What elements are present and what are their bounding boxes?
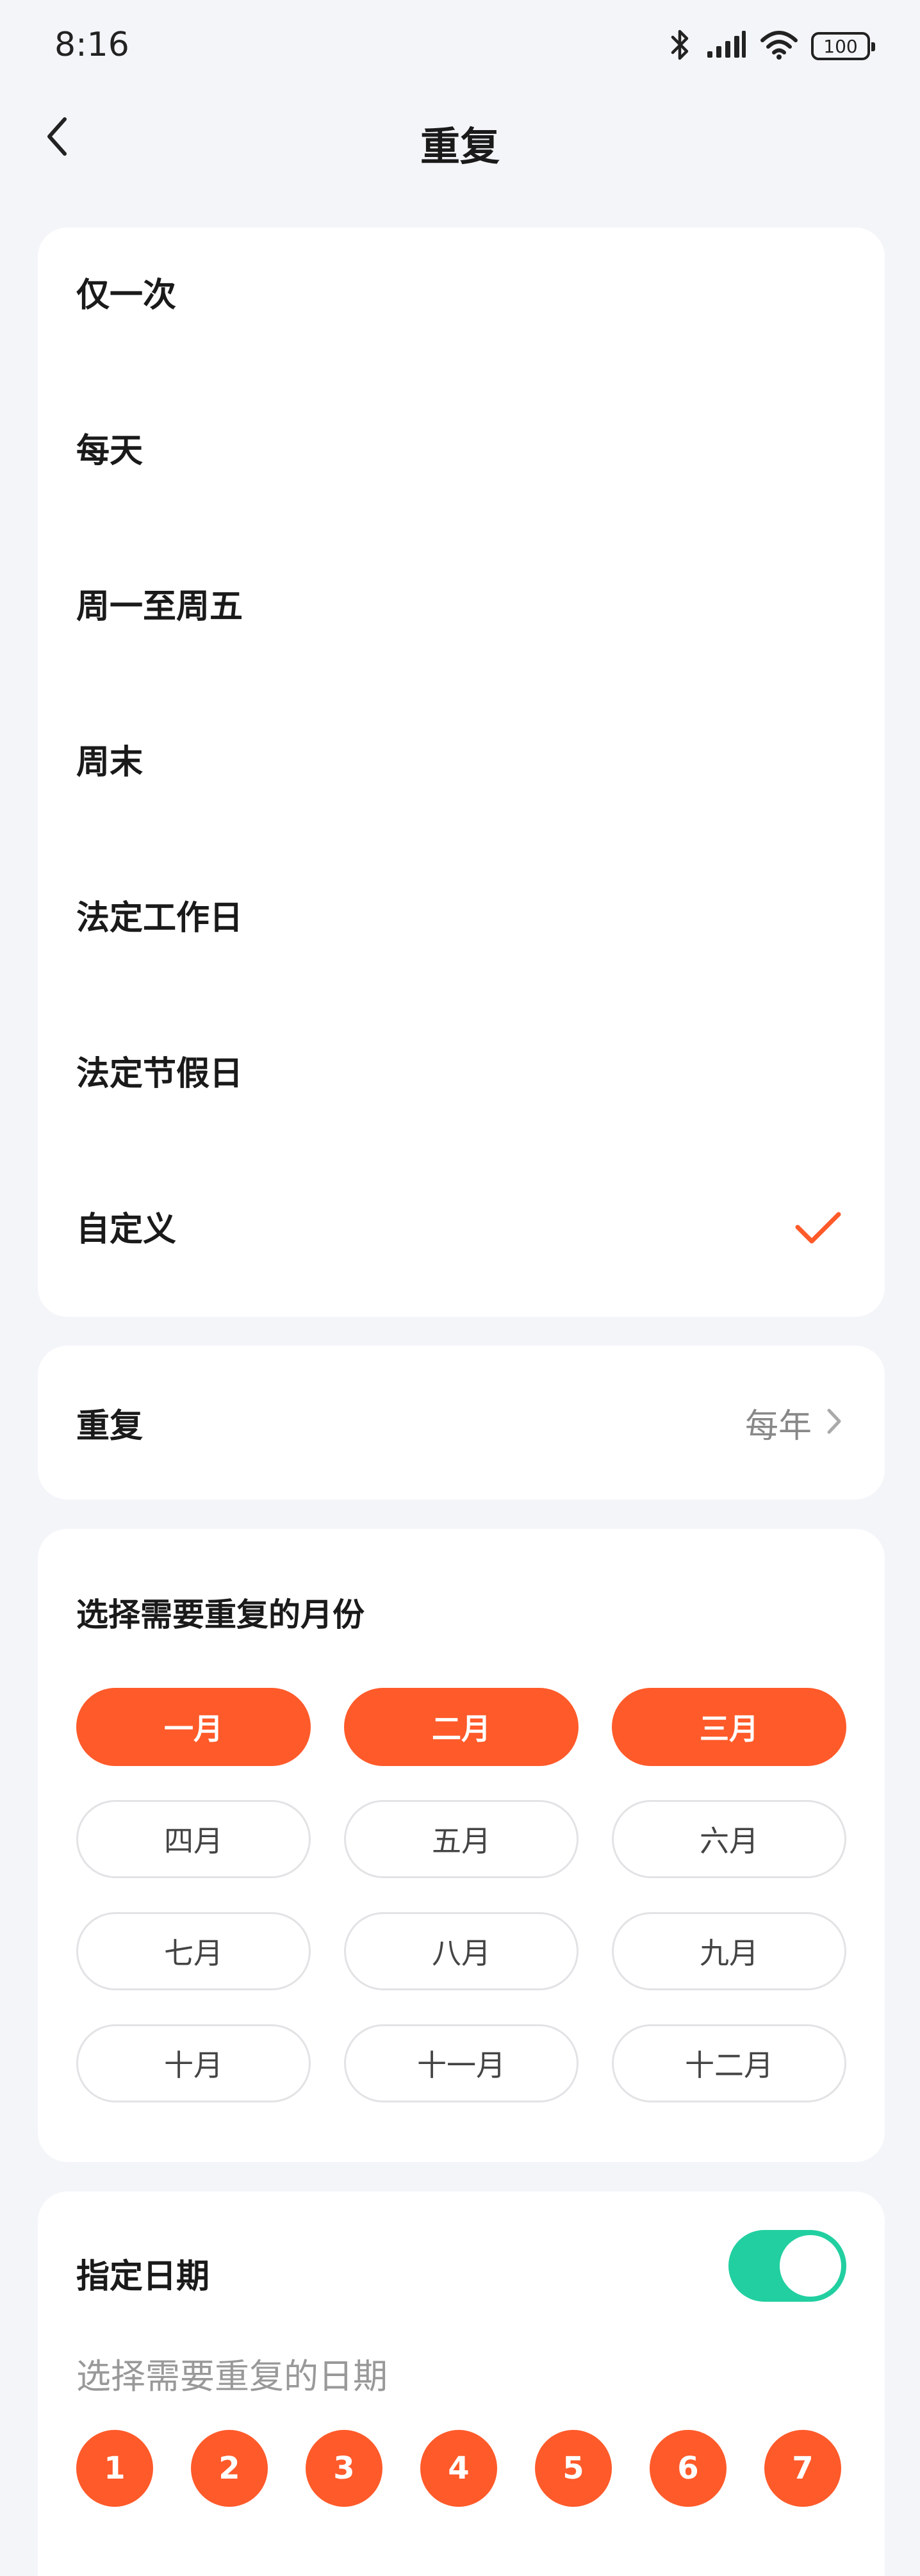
battery-level: 100 (823, 35, 858, 57)
day-circle-7[interactable]: 7 (764, 2430, 841, 2507)
option-once[interactable]: 仅一次 (38, 227, 885, 356)
month-pill-12[interactable]: 十二月 (612, 2024, 846, 2102)
option-daily[interactable]: 每天 (38, 383, 885, 511)
status-bar: 8:16 100 (0, 0, 920, 96)
dates-card: 指定日期 选择需要重复的日期 1 2 3 4 5 6 7 (38, 2192, 885, 2576)
page-title: 重复 (420, 123, 500, 170)
day-circle-2[interactable]: 2 (191, 2430, 268, 2507)
months-title: 选择需要重复的月份 (76, 1596, 365, 1633)
toggle-knob (780, 2235, 841, 2297)
month-pill-6[interactable]: 六月 (612, 1800, 846, 1878)
checkmark-icon (794, 1210, 842, 1249)
month-pill-2[interactable]: 二月 (344, 1688, 579, 1766)
chevron-right-icon (826, 1407, 842, 1438)
option-legal-workday[interactable]: 法定工作日 (38, 850, 885, 978)
option-label: 法定节假日 (76, 1054, 243, 1093)
day-circle-3[interactable]: 3 (306, 2430, 382, 2507)
status-time: 8:16 (54, 26, 129, 64)
header: 重复 (0, 103, 920, 173)
month-pill-7[interactable]: 七月 (76, 1912, 311, 1990)
option-label: 仅一次 (76, 276, 177, 315)
dates-title: 指定日期 (76, 2258, 210, 2296)
option-label: 每天 (76, 431, 144, 470)
battery-icon: 100 (811, 32, 875, 60)
wifi-icon (760, 30, 798, 62)
months-card: 选择需要重复的月份 一月 二月 三月 四月 五月 六月 七月 八月 九月 十月 … (38, 1529, 885, 2162)
repeat-frequency-row[interactable]: 重复 每年 (38, 1346, 885, 1499)
month-pill-9[interactable]: 九月 (612, 1912, 846, 1990)
month-pill-3[interactable]: 三月 (612, 1688, 846, 1766)
option-custom[interactable]: 自定义 (38, 1162, 885, 1290)
option-weekdays[interactable]: 周一至周五 (38, 539, 885, 667)
repeat-label: 重复 (76, 1407, 144, 1446)
option-weekend[interactable]: 周末 (38, 695, 885, 823)
month-pill-10[interactable]: 十月 (76, 2024, 311, 2102)
option-label: 周一至周五 (76, 587, 243, 626)
month-pill-5[interactable]: 五月 (344, 1800, 579, 1878)
repeat-value: 每年 (744, 1407, 812, 1446)
month-pill-11[interactable]: 十一月 (344, 2024, 579, 2102)
month-pill-1[interactable]: 一月 (76, 1688, 311, 1766)
repeat-options-card: 仅一次 每天 周一至周五 周末 法定工作日 法定节假日 自定义 (38, 227, 885, 1317)
day-circle-1[interactable]: 1 (76, 2430, 153, 2507)
repeat-frequency-card: 重复 每年 (38, 1346, 885, 1499)
dates-toggle[interactable] (728, 2230, 846, 2302)
bluetooth-icon (668, 27, 693, 65)
day-circle-4[interactable]: 4 (420, 2430, 497, 2507)
repeat-value-wrap: 每年 (745, 1346, 842, 1499)
status-icons: 100 (668, 27, 875, 65)
option-label: 自定义 (76, 1210, 177, 1249)
day-circle-6[interactable]: 6 (650, 2430, 727, 2507)
option-legal-holiday[interactable]: 法定节假日 (38, 1006, 885, 1134)
month-pill-4[interactable]: 四月 (76, 1800, 311, 1878)
month-pill-8[interactable]: 八月 (344, 1912, 579, 1990)
option-label: 周末 (76, 743, 144, 782)
dates-subtitle: 选择需要重复的日期 (76, 2356, 388, 2397)
option-label: 法定工作日 (76, 898, 243, 937)
day-circle-5[interactable]: 5 (535, 2430, 612, 2507)
signal-icon (706, 31, 747, 62)
